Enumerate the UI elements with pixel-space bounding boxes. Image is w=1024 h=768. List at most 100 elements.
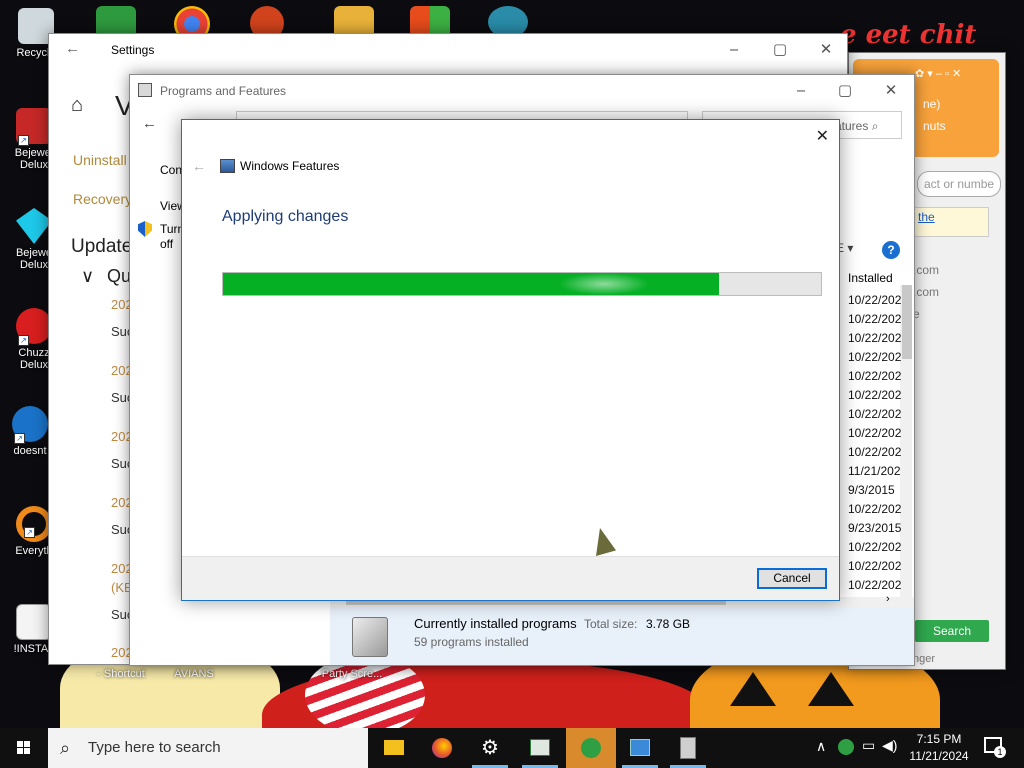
status-size-value: 3.78 GB [646, 617, 691, 631]
list-item[interactable]: .com [913, 263, 939, 277]
status-panel: Currently installed programs Total size:… [330, 607, 914, 665]
search-magnifier-icon: ↗ [16, 506, 52, 542]
installer-button[interactable] [664, 728, 712, 768]
firefox-button[interactable] [418, 728, 466, 768]
installed-date-cell[interactable]: 10/22/202 [848, 578, 901, 592]
home-icon[interactable]: ⌂ [71, 94, 83, 117]
desktop-icon-label[interactable]: Party Scre... [312, 668, 392, 680]
list-item[interactable]: .com [913, 285, 939, 299]
system-clock[interactable]: 7:15 PM 11/21/2024 [900, 731, 978, 765]
windows-logo-icon [17, 741, 30, 754]
chat-link[interactable]: the [913, 207, 989, 237]
control-panel-home-link[interactable]: Con [160, 163, 182, 177]
control-panel-button[interactable] [516, 728, 564, 768]
maximize-button[interactable]: ▢ [822, 75, 868, 105]
clock-time: 7:15 PM [916, 732, 962, 746]
volume-icon[interactable]: ◀) [882, 737, 897, 754]
gear-icon: ⚙ [481, 737, 499, 759]
clock-date: 11/21/2024 [909, 749, 969, 763]
installed-date-cell[interactable]: 10/22/202 [848, 426, 901, 440]
settings-button[interactable]: ⚙ [466, 728, 514, 768]
chevron-up-icon[interactable]: ∧ [816, 738, 826, 755]
folder-icon [384, 740, 404, 755]
subsection-heading: Qu [107, 266, 132, 286]
installed-date-cell[interactable]: 10/22/202 [848, 369, 901, 383]
taskbar-search-placeholder: Type here to search [88, 739, 221, 756]
people-icon [581, 738, 601, 758]
turn-features-link-2[interactable]: off [160, 237, 173, 251]
uninstall-link[interactable]: Uninstall [73, 152, 127, 168]
close-button[interactable]: ✕ [803, 34, 849, 64]
installed-date-cell[interactable]: 10/22/202 [848, 388, 901, 402]
shield-icon [138, 221, 152, 237]
contact-search-input[interactable]: act or numbe [917, 171, 1001, 197]
messenger-tray-icon[interactable] [838, 739, 854, 755]
progress-bar [222, 272, 822, 296]
close-button[interactable]: ✕ [868, 75, 914, 105]
chat-footer: nger [913, 653, 936, 665]
installed-date-cell[interactable]: 10/22/202 [848, 540, 901, 554]
installed-date-cell[interactable]: 10/22/202 [848, 407, 901, 421]
column-header-installed-on[interactable]: Installed [848, 271, 893, 285]
help-icon[interactable]: ? [882, 241, 900, 259]
search-button[interactable]: Search [915, 620, 989, 642]
control-panel-icon [138, 83, 152, 97]
scroll-right-icon[interactable]: › [886, 593, 890, 605]
programs-icon [352, 617, 388, 657]
installed-date-cell[interactable]: 9/23/2015 [848, 521, 901, 535]
firefox-icon [432, 738, 452, 758]
windows-features-icon [220, 159, 235, 173]
installed-date-cell[interactable]: 10/22/202 [848, 331, 901, 345]
file-explorer-button[interactable] [370, 728, 418, 768]
window-icon [630, 739, 650, 756]
window-title: Settings [111, 43, 155, 57]
chevron-down-icon[interactable]: ∨ [81, 266, 94, 287]
installed-date-cell[interactable]: 10/22/202 [848, 502, 901, 516]
windows-features-button[interactable] [616, 728, 664, 768]
status-size-label: Total size: [584, 617, 638, 631]
scrollbar[interactable] [900, 285, 912, 597]
back-arrow-icon: ← [192, 158, 206, 174]
wallpaper-flag [305, 655, 425, 735]
back-arrow-icon[interactable]: ← [65, 40, 80, 57]
installed-date-cell[interactable]: 10/22/202 [848, 350, 901, 364]
minimize-button[interactable]: ‒ [778, 75, 824, 105]
progress-shine [559, 273, 650, 295]
dialog-footer: Cancel [182, 556, 839, 600]
taskbar: ⌕ Type here to search ⚙ ∧ ▭ ◀) 7:15 PM 1… [0, 728, 1024, 768]
cancel-button[interactable]: Cancel [757, 568, 827, 589]
installed-date-cell[interactable]: 10/22/202 [848, 293, 901, 307]
bird-icon: ↗ [12, 406, 48, 444]
notification-badge: 1 [994, 746, 1006, 758]
installer-icon [680, 737, 696, 759]
recovery-link[interactable]: Recovery [73, 191, 132, 207]
taskbar-search-box[interactable]: ⌕ Type here to search [48, 728, 368, 768]
diamond-icon [16, 208, 52, 244]
minimize-button[interactable]: ‒ [711, 34, 757, 64]
window-controls[interactable]: ✿ ▾ ‒ ▫ ✕ [915, 67, 961, 80]
back-arrow-icon[interactable]: ← [142, 115, 157, 132]
desktop-icon-label[interactable]: AVIANS [164, 668, 224, 680]
search-icon: ⌕ [60, 738, 71, 758]
search-text: atures [835, 119, 869, 133]
wallpaper-text: e eet chit [840, 20, 977, 50]
document-icon [16, 604, 52, 640]
start-button[interactable] [0, 728, 48, 768]
maximize-button[interactable]: ▢ [757, 34, 803, 64]
dialog-title: Windows Features [240, 159, 340, 173]
desktop-icon-label[interactable]: - Shortcut [86, 668, 156, 680]
desktop-icon-label: doesnt [13, 445, 47, 457]
dialog-heading: Applying changes [222, 208, 349, 225]
installed-date-cell[interactable]: 10/22/202 [848, 559, 901, 573]
installed-date-cell[interactable]: 11/21/202 [848, 464, 901, 478]
installed-date-cell[interactable]: 9/3/2015 [848, 483, 895, 497]
status-program-count: 59 programs installed [414, 635, 529, 649]
network-icon[interactable]: ▭ [862, 737, 875, 754]
installed-date-cell[interactable]: 10/22/202 [848, 312, 901, 326]
scrollbar-thumb[interactable] [902, 285, 912, 359]
messenger-button[interactable] [566, 728, 616, 768]
installed-date-cell[interactable]: 10/22/202 [848, 445, 901, 459]
chuzzle-icon: ↗ [16, 308, 52, 346]
close-button[interactable]: ✕ [816, 126, 829, 146]
bejeweled-icon: ↗ [16, 108, 52, 146]
